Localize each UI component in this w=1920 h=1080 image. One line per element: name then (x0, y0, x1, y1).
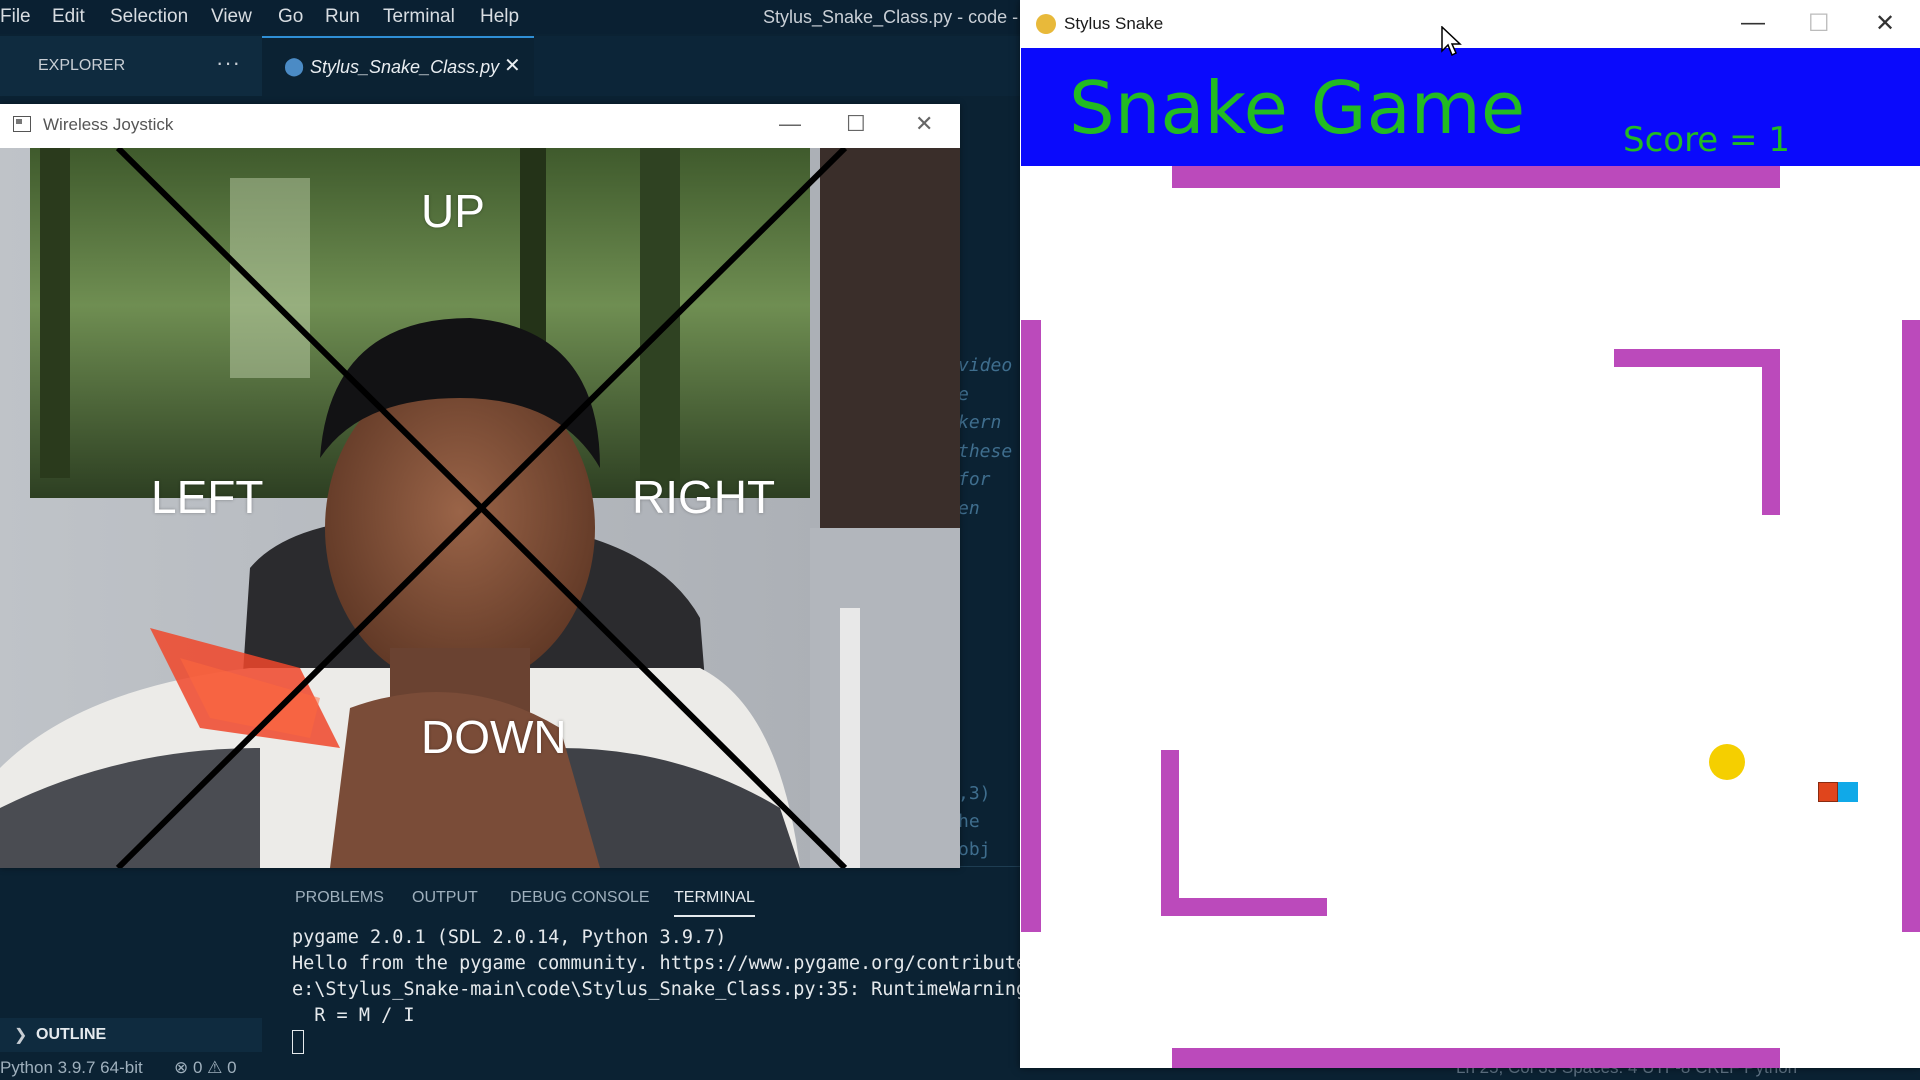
terminal-cursor (292, 1030, 304, 1054)
menu-run[interactable]: Run (325, 6, 360, 28)
wall-bottom (1172, 1048, 1780, 1068)
terminal-line: e:\Stylus_Snake-main\code\Stylus_Snake_C… (292, 979, 1072, 1000)
window-title: Stylus_Snake_Class.py - code - V (763, 7, 1036, 27)
wireless-joystick-window: Wireless Joystick — ☐ ✕ UP LEFT RIGHT DO… (0, 104, 960, 868)
close-icon[interactable]: ✕ (915, 111, 933, 137)
close-icon[interactable]: ✕ (1875, 9, 1895, 38)
outline-label: OUTLINE (36, 1026, 107, 1043)
tab-problems[interactable]: PROBLEMS (295, 889, 384, 907)
explorer-header: EXPLORER ··· (0, 36, 262, 96)
menu-bar: File Edit Selection View Go Run Terminal… (0, 0, 1035, 34)
problems-status[interactable]: ⊗ 0 ⚠ 0 (174, 1058, 237, 1078)
wall-corner-bottom-left-horizontal (1161, 898, 1327, 916)
snake-titlebar[interactable]: Stylus Snake — ☐ ✕ (1020, 0, 1920, 48)
code-line: e kern (958, 383, 1002, 434)
wall-right (1902, 320, 1920, 932)
window-app-icon (13, 116, 31, 132)
chevron-right-icon[interactable]: ❯ (14, 1025, 27, 1045)
tab-stylus-snake-class[interactable]: ⬤ Stylus_Snake_Class.py ✕ (262, 36, 534, 96)
terminal-line: R = M / I (292, 1005, 415, 1026)
code-text-visible-2: ,3) he obj (958, 780, 1022, 864)
wall-left (1021, 320, 1041, 932)
python-file-icon: ⬤ (284, 56, 305, 76)
wall-corner-top-right-horizontal (1614, 349, 1780, 367)
menu-go[interactable]: Go (278, 6, 303, 28)
terminal-line: Hello from the pygame community. https:/… (292, 953, 1072, 974)
python-interpreter-status[interactable]: Python 3.9.7 64-bit (0, 1058, 143, 1078)
explorer-title: EXPLORER (38, 57, 126, 74)
wall-corner-bottom-left-vertical (1161, 750, 1179, 916)
close-tab-icon[interactable]: ✕ (504, 53, 521, 78)
score-display: Score = 1 (1623, 120, 1790, 160)
more-actions-icon[interactable]: ··· (216, 50, 241, 76)
direction-label-up: UP (421, 185, 485, 237)
tab-output[interactable]: OUTPUT (412, 889, 478, 907)
tab-label: Stylus_Snake_Class.py (310, 57, 500, 77)
code-line: ,3) (958, 783, 991, 804)
maximize-icon[interactable]: ☐ (846, 111, 866, 137)
wall-top (1172, 166, 1780, 188)
joystick-titlebar[interactable]: Wireless Joystick — ☐ ✕ (0, 104, 960, 148)
menu-file[interactable]: File (0, 6, 31, 28)
outline-section[interactable]: ❯ OUTLINE (0, 1018, 262, 1052)
joystick-window-title: Wireless Joystick (43, 115, 174, 134)
direction-label-right: RIGHT (632, 471, 776, 523)
minimize-icon[interactable]: — (1741, 9, 1765, 37)
code-text-visible: video e kern these for en (958, 352, 1022, 523)
webcam-video-feed: UP LEFT RIGHT DOWN (0, 148, 960, 868)
menu-terminal[interactable]: Terminal (383, 6, 455, 28)
direction-label-left: LEFT (151, 471, 264, 523)
snake-head (1818, 782, 1838, 802)
editor-tab-bar: ⬤ Stylus_Snake_Class.py ✕ (262, 36, 1022, 96)
code-line: these (958, 440, 1013, 462)
menu-selection[interactable]: Selection (110, 6, 188, 28)
tab-terminal[interactable]: TERMINAL (674, 889, 755, 917)
code-line: for en (958, 469, 991, 519)
direction-label-down: DOWN (421, 711, 567, 763)
menu-edit[interactable]: Edit (52, 6, 85, 28)
code-line: video (958, 355, 1013, 376)
snake-body-segment (1838, 782, 1858, 802)
code-line: he obj (958, 811, 991, 860)
menu-view[interactable]: View (211, 6, 252, 28)
wall-corner-top-right-vertical (1762, 349, 1780, 515)
menu-help[interactable]: Help (480, 6, 519, 28)
tab-debug-console[interactable]: DEBUG CONSOLE (510, 889, 650, 907)
food-pellet (1709, 744, 1745, 780)
maximize-icon: ☐ (1808, 10, 1830, 37)
game-title: Snake Game (1069, 66, 1526, 150)
stylus-snake-window: Stylus Snake — ☐ ✕ Snake Game Score = 1 (1020, 0, 1920, 1068)
terminal-output[interactable]: pygame 2.0.1 (SDL 2.0.14, Python 3.9.7) H… (292, 925, 1072, 1055)
bottom-panel: PROBLEMS OUTPUT DEBUG CONSOLE TERMINAL p… (262, 866, 1072, 1054)
minimize-icon[interactable]: — (779, 111, 801, 137)
game-header-banner: Snake Game Score = 1 (1021, 48, 1920, 166)
game-playfield[interactable] (1021, 166, 1920, 1068)
pygame-app-icon (1036, 14, 1056, 34)
terminal-line: pygame 2.0.1 (SDL 2.0.14, Python 3.9.7) (292, 927, 727, 948)
mouse-pointer-icon (1441, 26, 1462, 57)
snake-window-title: Stylus Snake (1064, 14, 1164, 33)
